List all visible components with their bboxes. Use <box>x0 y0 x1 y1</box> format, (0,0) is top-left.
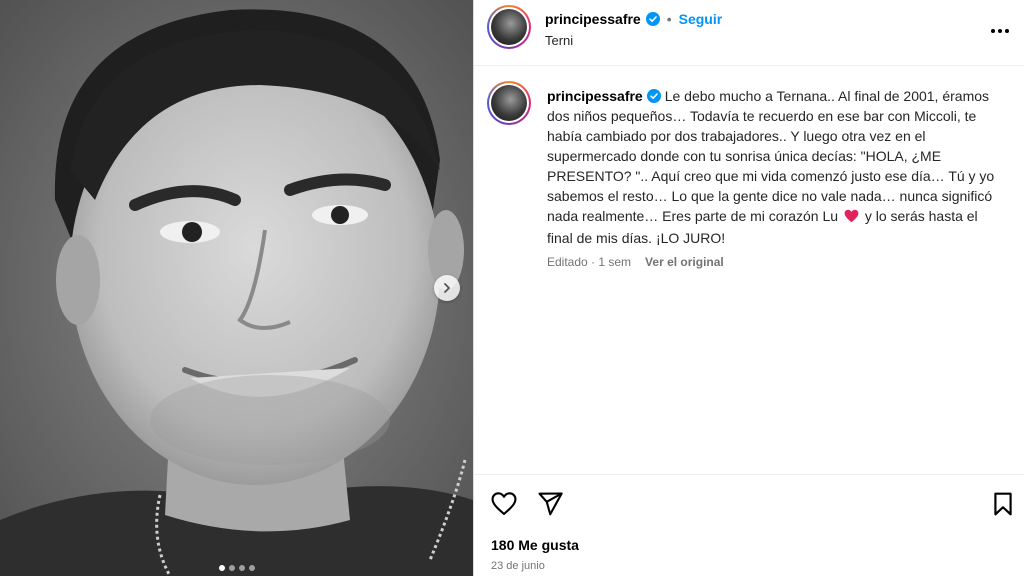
more-options-icon <box>990 21 1010 39</box>
next-slide-button[interactable] <box>434 275 460 301</box>
likes-count[interactable]: 180 Me gusta <box>491 537 579 553</box>
chevron-right-icon <box>441 282 453 294</box>
separator-dot: • <box>666 11 672 27</box>
paper-plane-icon <box>536 492 564 522</box>
username-link[interactable]: principessafre <box>545 11 641 27</box>
see-original-link[interactable]: Ver el original <box>645 255 724 269</box>
comments-area: principessafre Le debo mucho a Ternana.. … <box>474 66 1024 474</box>
save-button[interactable] <box>990 491 1016 517</box>
more-options-button[interactable] <box>988 18 1012 42</box>
carousel-dot <box>248 565 255 571</box>
avatar[interactable] <box>487 81 531 125</box>
location-link[interactable]: Terni <box>545 33 573 48</box>
carousel-dot <box>238 565 245 571</box>
like-button[interactable] <box>490 490 518 518</box>
caption-meta: Editado · 1 sem Ver el original <box>547 255 724 269</box>
post-details-panel: principessafre • Seguir Terni principess… <box>474 0 1024 576</box>
edited-label: Editado · 1 sem <box>547 255 632 269</box>
carousel-dot <box>228 565 235 571</box>
caption-text: Le debo mucho a Ternana.. Al final de 20… <box>547 88 995 224</box>
verified-badge-icon <box>646 88 661 103</box>
avatar[interactable] <box>487 5 531 49</box>
post-header: principessafre • Seguir Terni <box>474 0 1024 66</box>
carousel-indicator <box>0 565 473 571</box>
share-button[interactable] <box>536 490 564 518</box>
caption-username[interactable]: principessafre <box>547 88 643 104</box>
post-actions: 180 Me gusta 23 de junio <box>474 474 1024 576</box>
portrait-image <box>0 0 473 576</box>
follow-button[interactable]: Seguir <box>679 11 723 27</box>
post-photo[interactable] <box>0 0 473 576</box>
red-heart-emoji-icon <box>844 208 859 228</box>
carousel-dot <box>218 565 225 571</box>
post-caption: principessafre Le debo mucho a Ternana.. … <box>547 86 1007 248</box>
verified-badge-icon <box>645 12 660 26</box>
heart-outline-icon <box>490 492 518 522</box>
bookmark-icon <box>990 492 1016 521</box>
post-date[interactable]: 23 de junio <box>491 560 545 572</box>
